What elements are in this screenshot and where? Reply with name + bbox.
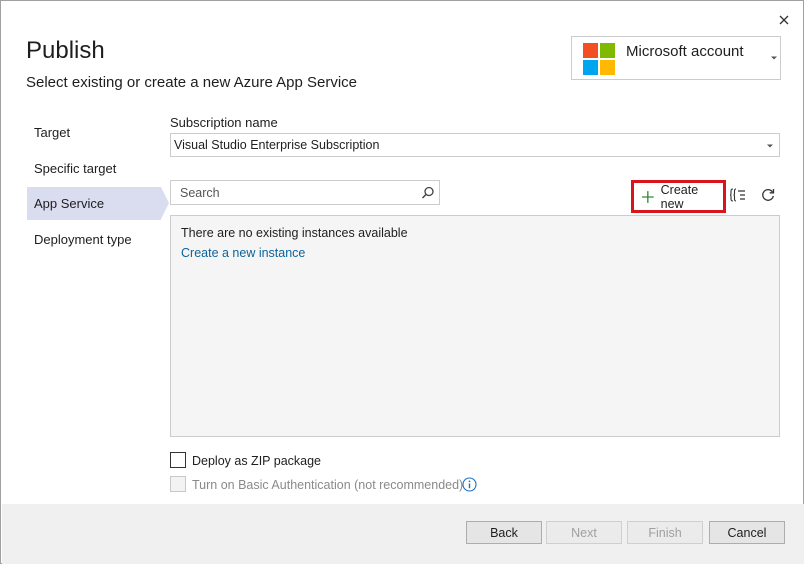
plus-icon — [641, 190, 654, 203]
account-label: Microsoft account — [626, 43, 744, 60]
nav-item-app-service[interactable]: App Service — [27, 187, 169, 220]
page-title: Publish — [26, 37, 105, 64]
group-by-icon — [730, 188, 745, 202]
nav-item-label: App Service — [34, 196, 105, 211]
basic-auth-label: Turn on Basic Authentication (not recomm… — [192, 478, 464, 492]
close-button[interactable] — [773, 9, 795, 31]
close-icon — [779, 15, 789, 25]
next-button: Next — [546, 521, 622, 544]
selected-arrow — [161, 187, 169, 219]
create-new-label: Create new — [660, 182, 699, 211]
cancel-button[interactable]: Cancel — [709, 521, 785, 544]
refresh-button[interactable] — [759, 186, 777, 204]
subscription-select[interactable]: Visual Studio Enterprise Subscription — [170, 133, 780, 157]
basic-auth-checkbox — [170, 476, 186, 492]
zip-package-checkbox[interactable] — [170, 452, 186, 468]
search-input[interactable] — [171, 181, 411, 204]
group-by-button[interactable] — [729, 186, 747, 204]
finish-button: Finish — [627, 521, 703, 544]
nav-item-deployment-type[interactable]: Deployment type — [27, 223, 161, 256]
page-subtitle: Select existing or create a new Azure Ap… — [26, 74, 358, 91]
nav-item-label: Target — [34, 125, 71, 140]
info-icon[interactable] — [462, 477, 477, 492]
empty-message: There are no existing instances availabl… — [181, 226, 408, 240]
chevron-down-icon — [771, 56, 777, 60]
nav-item-specific-target[interactable]: Specific target — [27, 152, 161, 185]
search-icon[interactable] — [421, 186, 435, 200]
publish-dialog: Publish Select existing or create a new … — [0, 0, 804, 564]
instances-panel: There are no existing instances availabl… — [170, 215, 780, 437]
microsoft-account-selector[interactable]: Microsoft account — [571, 36, 781, 80]
zip-package-label: Deploy as ZIP package — [192, 454, 322, 468]
chevron-down-icon — [767, 144, 773, 148]
subscription-label: Subscription name — [170, 115, 278, 130]
subscription-value: Visual Studio Enterprise Subscription — [174, 138, 380, 152]
create-instance-link[interactable]: Create a new instance — [181, 246, 305, 260]
refresh-icon — [762, 189, 775, 201]
create-new-button[interactable]: Create new — [631, 180, 726, 213]
nav-item-label: Deployment type — [34, 232, 132, 247]
nav-item-label: Specific target — [34, 161, 117, 176]
microsoft-logo-icon — [583, 43, 616, 76]
nav-item-target[interactable]: Target — [27, 116, 161, 149]
back-button[interactable]: Back — [466, 521, 542, 544]
search-box — [170, 180, 440, 205]
